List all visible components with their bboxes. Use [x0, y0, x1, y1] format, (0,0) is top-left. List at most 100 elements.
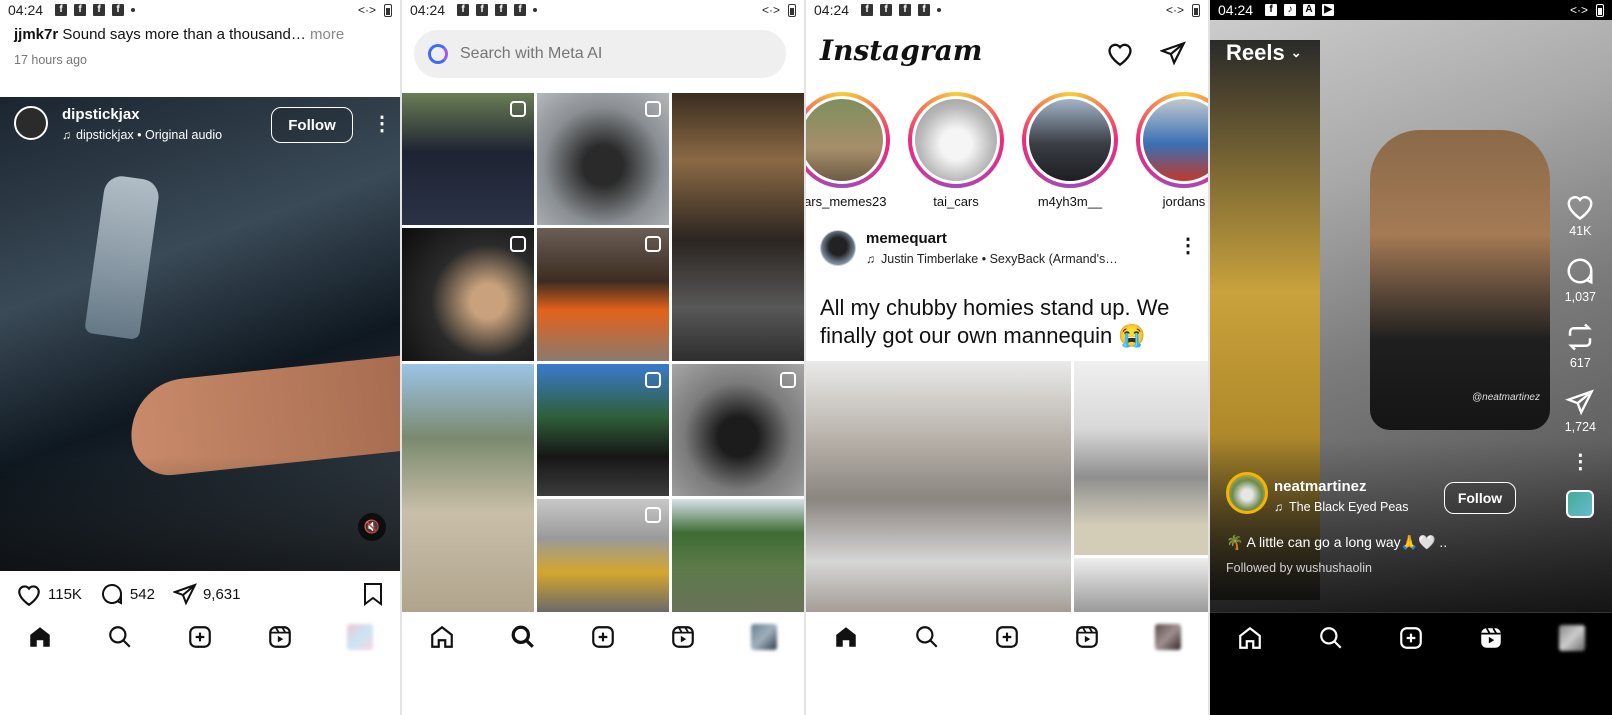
search-bar[interactable]: [414, 30, 786, 78]
avatar[interactable]: [14, 106, 48, 140]
reels-panel: @neatmartinez 04:24 f ♪ A ▶ <·> Reels ⌄ 4…: [1210, 0, 1612, 715]
story-item[interactable]: m4yh3m__: [1022, 92, 1118, 209]
create-icon[interactable]: [1395, 622, 1427, 654]
screenshot-strip: 04:24 f f f f <·> jjmk7r Sound says more…: [0, 0, 1612, 715]
story-avatar: [915, 99, 997, 181]
audio-info[interactable]: ♫ dipstickjax • Original audio: [62, 128, 222, 142]
repost-action[interactable]: 617: [1565, 322, 1595, 370]
search-icon[interactable]: [507, 621, 539, 653]
explore-tile[interactable]: [402, 93, 534, 225]
post-username[interactable]: memequart: [866, 230, 947, 247]
video-username[interactable]: dipstickjax: [62, 106, 140, 123]
music-note-icon: ♫: [1274, 500, 1283, 514]
reel-audio[interactable]: ♫ The Black Eyed Peas: [1274, 500, 1409, 514]
like-action[interactable]: 115K: [16, 582, 82, 606]
audio-thumbnail[interactable]: [1566, 490, 1595, 518]
story-item[interactable]: tai_cars: [908, 92, 1004, 209]
create-icon[interactable]: [184, 621, 216, 653]
avatar[interactable]: [820, 230, 856, 266]
repost-icon: [1568, 323, 1593, 351]
battery-icon: [1192, 3, 1200, 17]
explore-tile[interactable]: [402, 228, 534, 361]
battery-icon: [384, 3, 392, 17]
explore-tile[interactable]: [537, 499, 669, 612]
story-item[interactable]: jordans: [1136, 92, 1208, 209]
search-icon[interactable]: [911, 621, 943, 653]
previous-post-caption[interactable]: jjmk7r Sound says more than a thousand… …: [14, 26, 344, 43]
comment-action[interactable]: 542: [100, 582, 155, 606]
like-count: 41K: [1569, 224, 1592, 238]
explore-tile[interactable]: [402, 364, 534, 612]
explore-tile[interactable]: [537, 93, 669, 225]
reel-caption[interactable]: 🌴 A little can go a long way🙏🤍 ..: [1226, 534, 1447, 551]
reel-video[interactable]: @neatmartinez: [1210, 0, 1612, 612]
more-options-icon[interactable]: ⋮: [1178, 236, 1198, 256]
battery-icon: [788, 3, 796, 17]
caption-more-link[interactable]: more: [310, 26, 344, 43]
reel-username[interactable]: neatmartinez: [1274, 478, 1367, 495]
notifications-heart-icon[interactable]: [1106, 40, 1134, 66]
search-input[interactable]: [460, 45, 760, 63]
more-notifications-icon: [533, 8, 538, 12]
reels-icon[interactable]: [667, 621, 699, 653]
story-username: tai_cars: [933, 194, 979, 209]
reels-icon[interactable]: [1475, 622, 1507, 654]
video-content: [84, 173, 161, 341]
explore-tile[interactable]: [672, 499, 804, 612]
muted-icon[interactable]: 🔇: [358, 513, 386, 541]
create-icon[interactable]: [991, 621, 1023, 653]
profile-avatar[interactable]: [1556, 622, 1588, 654]
post-image[interactable]: [806, 361, 1071, 612]
explore-tile[interactable]: [672, 364, 804, 496]
share-action[interactable]: 9,631: [172, 582, 241, 606]
direct-messages-icon[interactable]: [1160, 40, 1186, 66]
home-icon[interactable]: [24, 621, 56, 653]
home-icon[interactable]: [1234, 622, 1266, 654]
reels-title[interactable]: Reels ⌄: [1226, 40, 1302, 66]
story-item[interactable]: cars_memes23: [806, 92, 890, 209]
facebook-notification-icon: f: [861, 4, 874, 16]
instagram-logo[interactable]: Instagram: [820, 34, 982, 67]
follow-button[interactable]: Follow: [271, 107, 353, 143]
search-icon[interactable]: [104, 621, 136, 653]
profile-avatar[interactable]: [748, 621, 780, 653]
chevron-down-icon: ⌄: [1290, 45, 1302, 60]
post-image[interactable]: [1074, 361, 1208, 555]
comment-action[interactable]: 1,037: [1565, 256, 1596, 304]
reels-icon[interactable]: [1071, 621, 1103, 653]
like-action[interactable]: 41K: [1565, 192, 1595, 238]
reel-video[interactable]: [0, 97, 400, 571]
facebook-notification-icon: f: [457, 4, 470, 16]
followed-by[interactable]: Followed by wushushaolin: [1226, 561, 1372, 575]
reel-badge-icon: [645, 101, 661, 117]
reels-icon[interactable]: [264, 621, 296, 653]
search-icon[interactable]: [1315, 622, 1347, 654]
status-bar: 04:24 f ♪ A ▶ <·>: [1210, 0, 1612, 20]
explore-tile[interactable]: [537, 228, 669, 361]
bottom-nav: [806, 612, 1208, 662]
heart-icon: [1567, 196, 1593, 220]
share-action[interactable]: 1,724: [1565, 388, 1596, 434]
battery-icon: [1596, 3, 1604, 17]
bookmark-icon[interactable]: [362, 582, 384, 606]
more-options-icon[interactable]: ⋮: [372, 114, 392, 134]
video-content: [1210, 440, 1612, 612]
home-icon[interactable]: [830, 621, 862, 653]
post-audio[interactable]: ♫ Justin Timberlake • SexyBack (Armand's…: [866, 252, 1118, 266]
create-icon[interactable]: [587, 621, 619, 653]
reel-actions: 41K 1,037 617 1,724 ⋮: [1565, 192, 1596, 518]
bottom-nav: [1210, 612, 1612, 662]
explore-tile[interactable]: [537, 364, 669, 496]
story-username: jordans: [1162, 194, 1206, 209]
profile-avatar[interactable]: [344, 621, 376, 653]
caption-username[interactable]: jjmk7r: [14, 26, 58, 43]
post-image[interactable]: [1074, 558, 1208, 612]
home-icon[interactable]: [426, 621, 458, 653]
follow-button[interactable]: Follow: [1444, 482, 1516, 514]
avatar[interactable]: [1226, 472, 1268, 514]
more-options-icon[interactable]: ⋮: [1570, 452, 1590, 472]
share-count: 9,631: [202, 585, 241, 603]
profile-avatar[interactable]: [1152, 621, 1184, 653]
explore-tile[interactable]: [672, 93, 804, 361]
facebook-notification-icon: f: [899, 4, 912, 16]
